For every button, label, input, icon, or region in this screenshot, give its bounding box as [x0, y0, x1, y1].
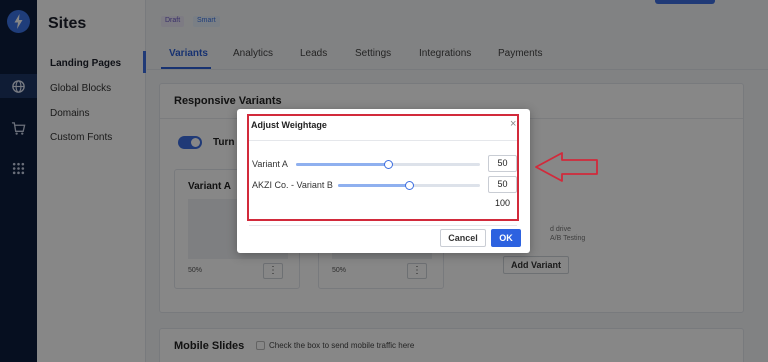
divider	[249, 225, 517, 226]
weight-input-variant-b[interactable]: 50	[488, 176, 517, 193]
modal-title: Adjust Weightage	[251, 120, 327, 130]
slider-thumb[interactable]	[405, 181, 414, 190]
ok-button[interactable]: OK	[491, 229, 521, 247]
weight-input-variant-a[interactable]: 50	[488, 155, 517, 172]
annotation-arrow-icon	[535, 152, 598, 182]
weight-total: 100	[494, 198, 511, 208]
weight-slider-variant-a[interactable]	[296, 160, 480, 169]
slider-thumb[interactable]	[384, 160, 393, 169]
divider	[249, 140, 517, 141]
close-icon[interactable]: ×	[510, 118, 516, 130]
weight-label-variant-b: AKZI Co. - Variant B	[252, 180, 333, 190]
weight-slider-variant-b[interactable]	[338, 181, 480, 190]
adjust-weightage-modal: Adjust Weightage × Variant A 50 AKZI Co.…	[237, 109, 530, 253]
weight-label-variant-a: Variant A	[252, 159, 288, 169]
cancel-button[interactable]: Cancel	[440, 229, 486, 247]
